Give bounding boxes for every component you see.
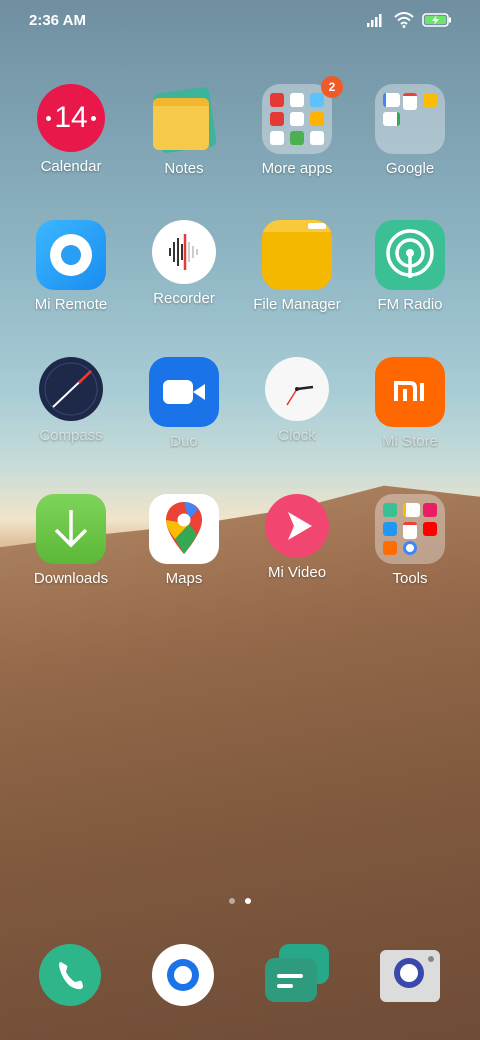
app-compass[interactable]: Compass: [15, 357, 127, 444]
app-label: Google: [385, 160, 435, 177]
notes-icon: [149, 84, 219, 154]
phone-icon: [39, 944, 101, 1006]
wifi-icon: [394, 12, 414, 33]
clock-icon: [265, 357, 329, 421]
status-icons: [366, 12, 452, 33]
app-label: Duo: [170, 433, 198, 450]
remote-icon: [36, 220, 106, 290]
battery-charging-icon: [422, 13, 452, 32]
app-label: Calendar: [40, 158, 102, 175]
folder-icon: [375, 84, 445, 154]
recorder-icon: [152, 220, 216, 284]
dock-browser[interactable]: [152, 944, 216, 1008]
app-label: Mi Remote: [34, 296, 108, 313]
app-downloads[interactable]: Downloads: [15, 494, 127, 587]
app-notes[interactable]: Notes: [128, 84, 240, 177]
compass-icon: [39, 357, 103, 421]
folder-icon: [262, 84, 332, 154]
play-icon: [265, 494, 329, 558]
mi-store-icon: [375, 357, 445, 427]
app-label: Mi Store: [382, 433, 438, 450]
app-label: Mi Video: [267, 564, 327, 581]
app-label: Notes: [164, 160, 204, 177]
app-label: FM Radio: [377, 296, 443, 313]
app-google-folder[interactable]: Google: [354, 84, 466, 177]
maps-pin-icon: [149, 494, 219, 564]
status-time: 2:36 AM: [29, 12, 86, 29]
app-recorder[interactable]: Recorder: [128, 220, 240, 307]
app-clock[interactable]: Clock: [241, 357, 353, 444]
app-label: File Manager: [253, 296, 341, 313]
page-dot[interactable]: [229, 898, 235, 904]
app-file-manager[interactable]: File Manager: [241, 220, 353, 313]
app-fm-radio[interactable]: FM Radio: [354, 220, 466, 313]
radio-icon: [375, 220, 445, 290]
app-maps[interactable]: Maps: [128, 494, 240, 587]
app-more-apps-folder[interactable]: 2 More apps: [241, 76, 353, 177]
browser-icon: [152, 944, 214, 1006]
page-indicator: [0, 898, 480, 904]
file-manager-icon: [262, 220, 332, 290]
notification-badge: 2: [321, 76, 343, 98]
app-label: Downloads: [33, 570, 109, 587]
app-tools-folder[interactable]: Tools: [354, 494, 466, 587]
app-duo[interactable]: Duo: [128, 357, 240, 450]
messages-icon: [265, 944, 329, 1008]
calendar-icon: 14: [37, 84, 105, 152]
app-mi-remote[interactable]: Mi Remote: [15, 220, 127, 313]
folder-icon: [375, 494, 445, 564]
app-label: Maps: [165, 570, 203, 587]
status-bar: 2:36 AM: [0, 0, 480, 44]
dock-phone[interactable]: [39, 944, 103, 1008]
app-label: Recorder: [153, 290, 215, 307]
app-label: Clock: [278, 427, 316, 444]
camera-icon: [378, 944, 442, 1008]
app-label: More apps: [261, 160, 333, 177]
app-calendar[interactable]: 14 Calendar: [15, 84, 127, 175]
app-label: Compass: [39, 427, 103, 444]
signal-icon: [366, 13, 386, 32]
download-icon: [36, 494, 106, 564]
app-mi-store[interactable]: Mi Store: [354, 357, 466, 450]
app-mi-video[interactable]: Mi Video: [241, 494, 353, 581]
dock-camera[interactable]: [378, 944, 442, 1008]
dock-messages[interactable]: [265, 944, 329, 1008]
video-camera-icon: [149, 357, 219, 427]
page-dot-active[interactable]: [245, 898, 251, 904]
app-label: Tools: [392, 570, 428, 587]
